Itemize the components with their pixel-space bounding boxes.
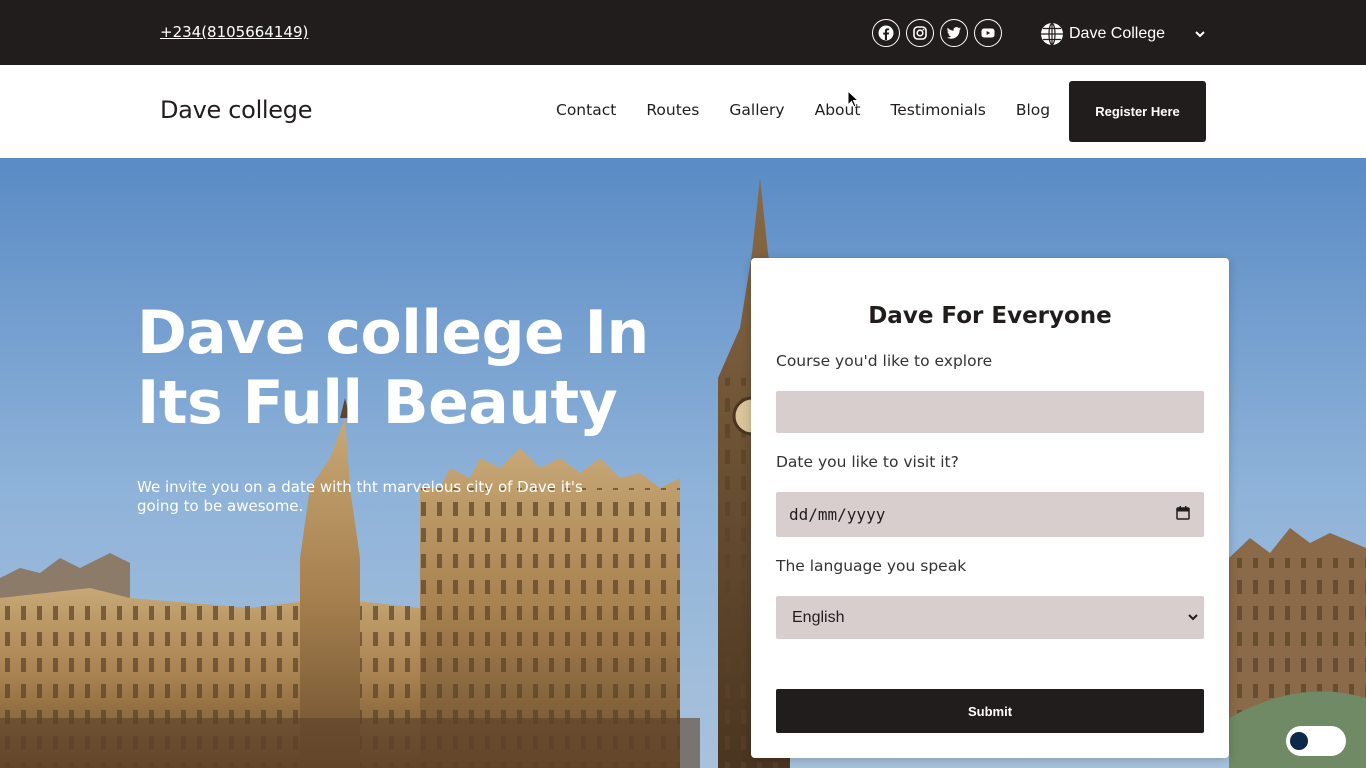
language-select[interactable]: Dave College: [1040, 20, 1208, 48]
main-nav: Dave college Contact Routes Gallery Abou…: [0, 65, 1366, 158]
nav-links: Contact Routes Gallery About Testimonial…: [556, 101, 1080, 119]
instagram-icon[interactable]: [906, 19, 934, 47]
nav-link-contact[interactable]: Contact: [556, 101, 616, 119]
hero-title: Dave college In Its Full Beauty: [137, 298, 649, 438]
chevron-down-icon: [1188, 614, 1198, 621]
date-input[interactable]: dd/mm/yyyy: [776, 492, 1204, 537]
nav-link-routes[interactable]: Routes: [646, 101, 699, 119]
submit-button[interactable]: Submit: [776, 689, 1204, 733]
register-button[interactable]: Register Here: [1069, 81, 1206, 142]
hero-section: Dave college In Its Full Beauty We invit…: [0, 158, 1366, 768]
visit-form-card: Dave For Everyone Course you'd like to e…: [751, 258, 1229, 758]
nav-link-blog[interactable]: Blog: [1016, 101, 1050, 119]
calendar-icon[interactable]: [1176, 506, 1190, 520]
mouse-cursor-icon: [847, 90, 859, 108]
language-select-input[interactable]: English: [776, 596, 1204, 639]
globe-icon: [1041, 22, 1063, 46]
language-select-input-value: English: [792, 608, 845, 626]
twitter-icon[interactable]: [940, 19, 968, 47]
top-bar: +234(8105664149) Dave College: [0, 0, 1366, 65]
form-title: Dave For Everyone: [868, 303, 1112, 329]
youtube-icon[interactable]: [974, 19, 1002, 47]
chevron-down-icon: [1195, 31, 1205, 38]
phone-link[interactable]: +234(8105664149): [160, 23, 308, 41]
course-label: Course you'd like to explore: [776, 352, 993, 370]
toggle-knob: [1290, 732, 1308, 750]
brand-logo[interactable]: Dave college: [160, 96, 312, 124]
hero-subtitle: We invite you on a date with tht marvelo…: [137, 478, 583, 515]
nav-link-gallery[interactable]: Gallery: [729, 101, 784, 119]
date-placeholder: dd/mm/yyyy: [789, 505, 886, 524]
course-input[interactable]: [776, 391, 1204, 433]
language-label: The language you speak: [776, 557, 967, 575]
language-select-value: Dave College: [1069, 25, 1166, 42]
facebook-icon[interactable]: [872, 19, 900, 47]
theme-toggle[interactable]: [1286, 726, 1346, 756]
nav-link-testimonials[interactable]: Testimonials: [890, 101, 985, 119]
date-label: Date you like to visit it?: [776, 453, 959, 471]
social-links: [872, 19, 1002, 47]
